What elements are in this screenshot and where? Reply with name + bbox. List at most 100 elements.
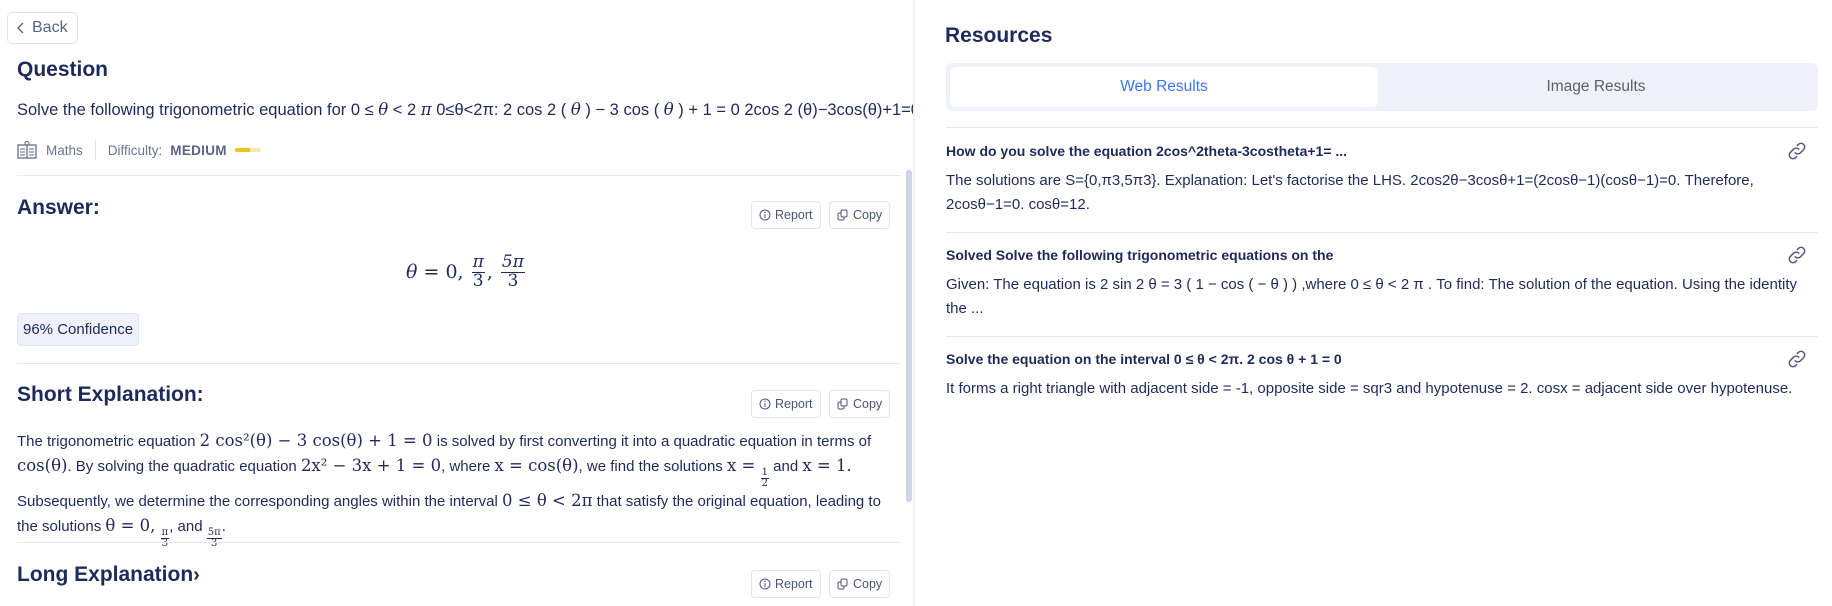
math: 2 cos²(θ) − 3 cos(θ) + 1 = 0	[199, 431, 433, 450]
web-result[interactable]: How do you solve the equation 2cos^2thet…	[946, 140, 1818, 217]
report-label: Report	[775, 397, 813, 411]
short-explanation-title: Short Explanation:	[17, 383, 204, 406]
frac-denominator: 2	[761, 478, 768, 489]
math-comma: ,	[486, 261, 499, 284]
math-fraction: 12	[760, 468, 769, 489]
answer-title: Answer:	[17, 196, 100, 219]
question-text: Solve the following trigonometric equati…	[17, 100, 913, 120]
question-math-pi: π	[420, 100, 432, 119]
chevron-right-icon: ›	[193, 564, 200, 586]
resources-panel: Resources Web Results Image Results How …	[915, 0, 1832, 606]
math-equals: = 0,	[417, 261, 470, 284]
link-icon[interactable]	[1786, 140, 1808, 162]
chevron-left-icon	[17, 22, 24, 34]
link-icon[interactable]	[1786, 348, 1808, 370]
math: 0 ≤ θ < 2π	[502, 491, 593, 510]
frac-denominator: 3	[472, 270, 484, 291]
question-meta: Maths Difficulty: MEDIUM	[17, 140, 261, 160]
text: , we find the solutions	[578, 458, 727, 475]
frac-denominator: 3	[211, 538, 218, 549]
math: x = 1.	[802, 456, 852, 475]
math: cos(θ)	[17, 456, 68, 475]
copy-label: Copy	[853, 397, 883, 411]
question-text-part: < 2	[388, 101, 421, 119]
tab-image-results[interactable]: Image Results	[1378, 67, 1814, 107]
copy-icon	[837, 398, 848, 410]
report-label: Report	[775, 208, 813, 222]
question-text-part: 0≤θ<2π: 2 cos 2 (	[431, 101, 571, 119]
difficulty-bar	[234, 148, 261, 152]
result-title[interactable]: Solve the equation on the interval 0 ≤ θ…	[946, 351, 1818, 367]
text: , where	[441, 458, 495, 475]
text: , and	[169, 518, 207, 535]
info-icon	[759, 398, 771, 410]
confidence-badge: 96% Confidence	[17, 313, 140, 346]
text: Subsequently, we determine the correspon…	[17, 493, 503, 510]
long-explanation-title: Long Explanation	[17, 563, 194, 586]
result-snippet: The solutions are S={0,π3,5π3}. Explanat…	[946, 172, 1754, 213]
tab-web-results[interactable]: Web Results	[950, 67, 1378, 107]
result-title[interactable]: How do you solve the equation 2cos^2thet…	[946, 143, 1818, 159]
back-label: Back	[32, 19, 68, 36]
resources-title: Resources	[945, 24, 1053, 47]
text: and	[768, 458, 803, 475]
info-icon	[759, 209, 771, 221]
question-math-theta: θ	[570, 100, 581, 119]
difficulty-bar-fill	[234, 148, 251, 152]
meta-divider	[94, 140, 96, 160]
web-result[interactable]: Solve the equation on the interval 0 ≤ θ…	[946, 348, 1818, 401]
result-snippet: It forms a right triangle with adjacent …	[946, 380, 1793, 397]
math: 2x² − 3x + 1 = 0	[300, 456, 442, 475]
math-fraction: 5π 3	[206, 528, 222, 549]
answer-report-button[interactable]: Report	[751, 201, 821, 229]
answer-copy-button[interactable]: Copy	[829, 201, 891, 229]
copy-icon	[837, 578, 848, 590]
math: x =	[726, 456, 761, 475]
divider	[17, 363, 901, 364]
text: The trigonometric equation	[17, 433, 200, 450]
resources-tabs: Web Results Image Results	[946, 63, 1818, 111]
math-theta: θ	[406, 261, 418, 284]
question-title: Question	[17, 58, 109, 81]
difficulty-value: MEDIUM	[170, 142, 227, 158]
book-icon	[17, 141, 37, 159]
back-button[interactable]: Back	[7, 12, 78, 44]
question-text-part: ) + 1 = 0 2cos 2 (θ)−3cos(θ)+1=0	[673, 101, 913, 119]
frac-denominator: 3	[507, 270, 519, 291]
text: .	[221, 518, 226, 535]
divider	[17, 175, 901, 176]
frac-denominator: 3	[161, 538, 169, 549]
copy-icon	[837, 209, 848, 221]
copy-label: Copy	[853, 208, 883, 222]
short-explanation-text: The trigonometric equation 2 cos²(θ) − 3…	[17, 429, 897, 549]
math-fraction: 5π 3	[500, 253, 525, 291]
info-icon	[759, 578, 771, 590]
divider	[946, 336, 1818, 337]
long-explanation-copy-button[interactable]: Copy	[829, 570, 891, 598]
math: θ = 0,	[105, 516, 161, 535]
scrollbar[interactable]	[906, 170, 912, 502]
web-result[interactable]: Solved Solve the following trigonometric…	[946, 244, 1818, 321]
math: x = cos(θ)	[494, 456, 579, 475]
text: is solved by first converting it into a …	[432, 433, 872, 450]
divider	[946, 127, 1818, 128]
question-panel: Back Question Solve the following trigon…	[0, 0, 913, 606]
result-snippet: Given: The equation is 2 sin 2 θ = 3 ( 1…	[946, 276, 1798, 317]
question-math-theta: θ	[378, 100, 389, 119]
divider	[946, 232, 1818, 233]
long-explanation-toggle[interactable]: Long Explanation›	[17, 563, 200, 587]
result-title[interactable]: Solved Solve the following trigonometric…	[946, 247, 1818, 263]
math-fraction: π3	[471, 253, 485, 291]
answer-math: θ = 0, π3 , 5π 3	[406, 253, 527, 291]
short-explanation-report-button[interactable]: Report	[751, 390, 821, 418]
difficulty-label: Difficulty:	[107, 142, 163, 158]
long-explanation-report-button[interactable]: Report	[751, 570, 821, 598]
question-text-part: ) − 3 cos (	[580, 101, 664, 119]
question-text-part: Solve the following trigonometric equati…	[17, 101, 379, 119]
link-icon[interactable]	[1786, 244, 1808, 266]
subject-label: Maths	[46, 142, 83, 158]
report-label: Report	[775, 577, 813, 591]
question-math-theta: θ	[663, 100, 674, 119]
copy-label: Copy	[853, 577, 883, 591]
short-explanation-copy-button[interactable]: Copy	[829, 390, 891, 418]
